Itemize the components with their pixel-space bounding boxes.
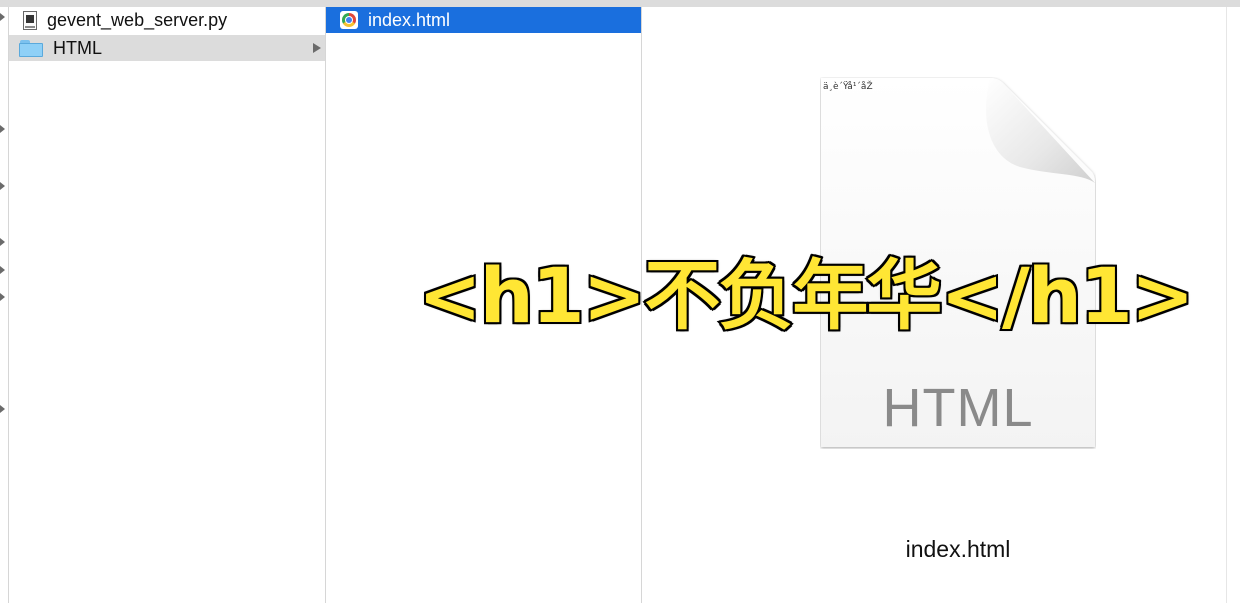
disclosure-arrow-icon[interactable]: [0, 293, 5, 301]
list-item-label: HTML: [53, 37, 102, 58]
list-item-index-html[interactable]: index.html: [326, 7, 641, 33]
list-item-label: index.html: [368, 9, 451, 30]
document-type-label: HTML: [882, 378, 1034, 438]
window-right-edge: [1226, 7, 1240, 603]
disclosure-arrow-icon[interactable]: [0, 405, 5, 413]
overlay-caption: <h1>不负年华</h1>: [416, 249, 1196, 342]
preview-file-name: index.html: [905, 536, 1011, 562]
chevron-right-icon: [313, 43, 321, 53]
document-content-preview: ä¸è´Ÿå¹´åŽ: [823, 82, 873, 92]
previous-column-gutter: [0, 7, 9, 603]
window-top-border: [0, 0, 1240, 7]
python-file-icon: [23, 10, 37, 30]
folder-icon: [19, 39, 43, 57]
list-item-gevent-web-server[interactable]: gevent_web_server.py: [9, 7, 325, 33]
column-files: gevent_web_server.py HTML: [9, 7, 326, 603]
chrome-document-icon: [340, 11, 358, 29]
disclosure-arrow-icon[interactable]: [0, 238, 5, 246]
disclosure-arrow-icon[interactable]: [0, 125, 5, 133]
disclosure-arrow-icon[interactable]: [0, 266, 5, 274]
disclosure-arrow-icon[interactable]: [0, 13, 5, 21]
list-item-html-folder[interactable]: HTML: [9, 35, 325, 61]
disclosure-arrow-icon[interactable]: [0, 182, 5, 190]
list-item-label: gevent_web_server.py: [47, 9, 228, 30]
finder-window: gevent_web_server.py HTML index.html ä¸è…: [0, 0, 1240, 603]
